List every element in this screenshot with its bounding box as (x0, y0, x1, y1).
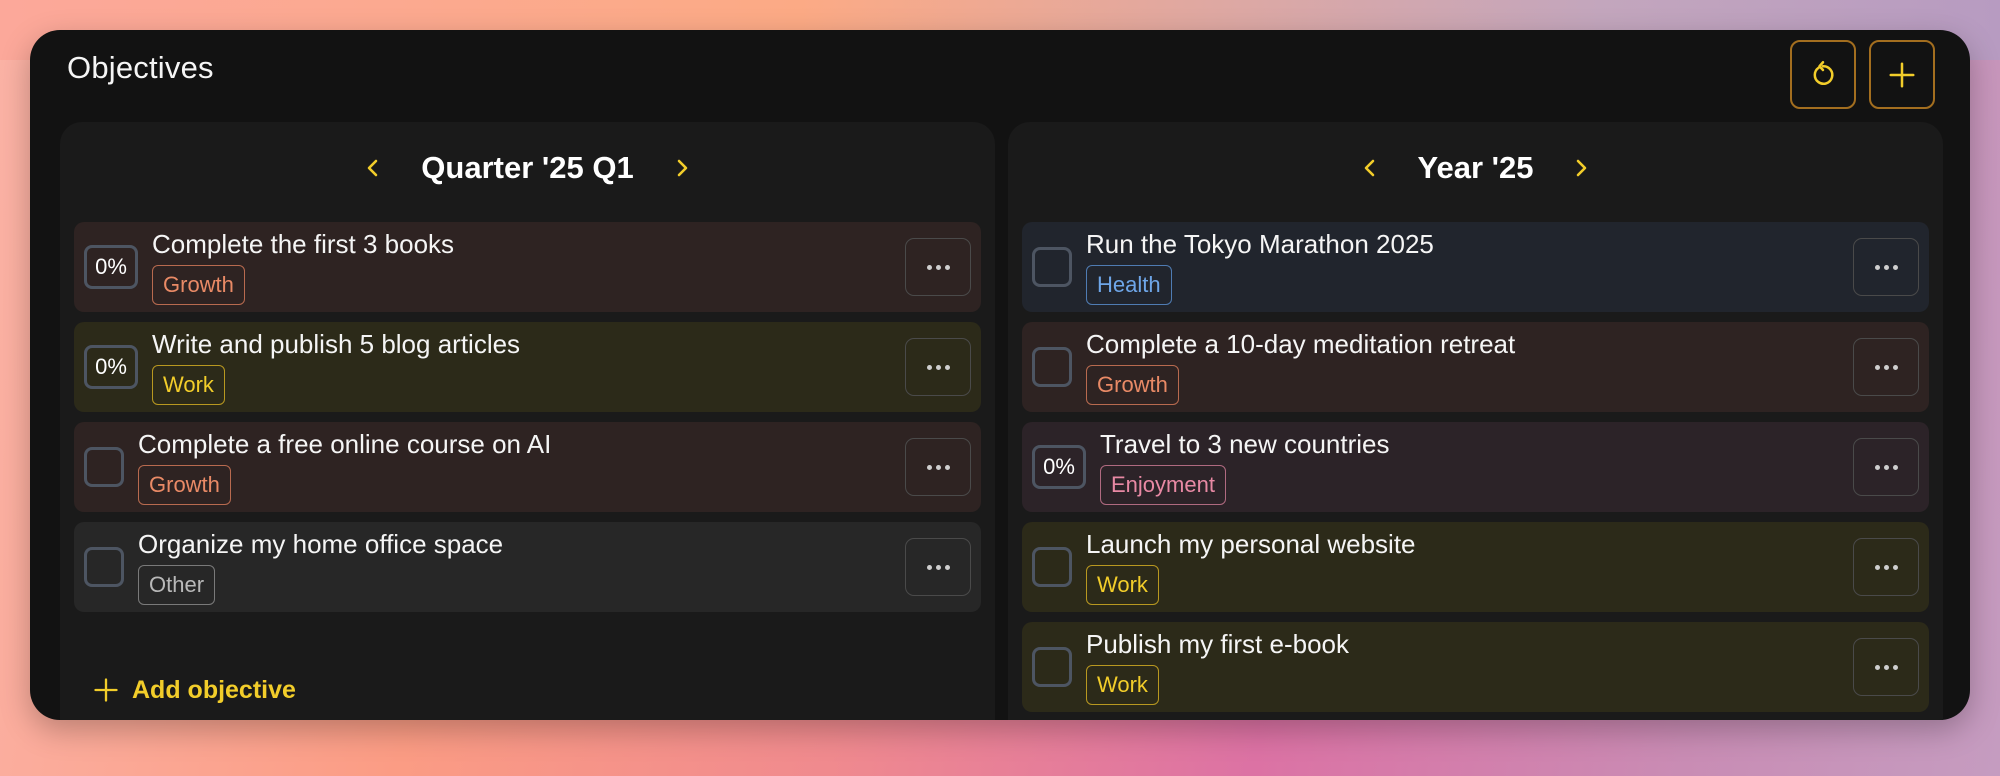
dots-icon (935, 364, 941, 370)
prev-period-button[interactable] (353, 148, 393, 188)
dots-icon (926, 564, 932, 570)
dots-icon (1892, 464, 1898, 470)
objective-checkbox[interactable] (1032, 347, 1072, 387)
panel-header: Year '25 (1008, 140, 1943, 196)
more-options-button[interactable] (1853, 638, 1919, 696)
dots-icon (1883, 264, 1889, 270)
objective-item[interactable]: Complete a free online course on AI Grow… (74, 422, 981, 512)
objective-title: Write and publish 5 blog articles (152, 329, 521, 359)
objectives-window: Objectives Quarter '25 Q1 0% Complete th… (30, 30, 1970, 720)
objective-item[interactable]: 0% Write and publish 5 blog articles Wor… (74, 322, 981, 412)
more-options-button[interactable] (1853, 538, 1919, 596)
objective-title: Travel to 3 new countries (1100, 429, 1390, 459)
objective-title: Publish my first e-book (1086, 629, 1349, 659)
objective-item[interactable]: 0% Complete the first 3 books Growth (74, 222, 981, 312)
objective-item[interactable]: Publish my first e-book Work (1022, 622, 1929, 712)
add-button[interactable] (1869, 40, 1935, 109)
more-options-button[interactable] (1853, 338, 1919, 396)
objective-title: Organize my home office space (138, 529, 504, 559)
category-tag: Enjoyment (1100, 465, 1226, 505)
more-options-button[interactable] (905, 438, 971, 496)
reset-button[interactable] (1790, 40, 1856, 109)
objective-title: Complete a free online course on AI (138, 429, 552, 459)
more-options-button[interactable] (905, 238, 971, 296)
plus-icon (1889, 62, 1915, 87)
category-tag: Growth (138, 465, 231, 505)
chevron-right-icon (677, 159, 688, 177)
chevron-left-icon (1364, 159, 1374, 177)
dots-icon (944, 464, 950, 470)
dots-icon (1874, 664, 1880, 670)
objective-checkbox[interactable] (1032, 247, 1072, 287)
progress-badge[interactable]: 0% (84, 245, 138, 289)
category-tag: Health (1086, 265, 1172, 305)
dots-icon (944, 564, 950, 570)
objectives-list: 0% Complete the first 3 books Growth 0% … (74, 222, 981, 622)
period-title: Quarter '25 Q1 (421, 150, 634, 185)
dots-icon (926, 264, 932, 270)
progress-badge[interactable]: 0% (1032, 445, 1086, 489)
category-tag: Work (1086, 565, 1159, 605)
category-tag: Work (152, 365, 225, 405)
add-objective-label: Add objective (132, 675, 296, 704)
page-title: Objectives (67, 50, 214, 85)
objective-item[interactable]: Organize my home office space Other (74, 522, 981, 612)
dots-icon (935, 264, 941, 270)
more-options-button[interactable] (1853, 238, 1919, 296)
more-options-button[interactable] (905, 538, 971, 596)
category-tag: Growth (152, 265, 245, 305)
objective-title: Complete the first 3 books (152, 229, 455, 259)
dots-icon (944, 364, 950, 370)
objective-title: Run the Tokyo Marathon 2025 (1086, 229, 1434, 259)
objective-checkbox[interactable] (1032, 547, 1072, 587)
dots-icon (1874, 364, 1880, 370)
dots-icon (935, 464, 941, 470)
dots-icon (1883, 664, 1889, 670)
next-period-button[interactable] (662, 148, 702, 188)
dots-icon (935, 564, 941, 570)
dots-icon (944, 264, 950, 270)
objectives-list: Run the Tokyo Marathon 2025 Health Compl… (1022, 222, 1929, 722)
more-options-button[interactable] (1853, 438, 1919, 496)
objective-item[interactable]: Complete a 10-day meditation retreat Gro… (1022, 322, 1929, 412)
plus-icon (94, 678, 118, 702)
objective-title: Complete a 10-day meditation retreat (1086, 329, 1516, 359)
dots-icon (1883, 364, 1889, 370)
chevron-left-icon (367, 159, 378, 177)
reset-icon (1813, 60, 1834, 85)
objective-item[interactable]: Launch my personal website Work (1022, 522, 1929, 612)
panel-header: Quarter '25 Q1 (60, 140, 995, 196)
year-panel: Year '25 Run the Tokyo Marathon 2025 Hea… (1008, 122, 1943, 720)
category-tag: Growth (1086, 365, 1179, 405)
chevron-right-icon (1577, 159, 1587, 177)
dots-icon (1883, 464, 1889, 470)
more-options-button[interactable] (905, 338, 971, 396)
objective-item[interactable]: Run the Tokyo Marathon 2025 Health (1022, 222, 1929, 312)
objective-checkbox[interactable] (1032, 647, 1072, 687)
period-title: Year '25 (1417, 150, 1534, 185)
dots-icon (1892, 264, 1898, 270)
dots-icon (926, 364, 932, 370)
dots-icon (1892, 364, 1898, 370)
objective-item[interactable]: 0% Travel to 3 new countries Enjoyment (1022, 422, 1929, 512)
prev-period-button[interactable] (1350, 148, 1390, 188)
dots-icon (1874, 264, 1880, 270)
dots-icon (1874, 464, 1880, 470)
category-tag: Other (138, 565, 216, 605)
quarter-panel: Quarter '25 Q1 0% Complete the first 3 b… (60, 122, 995, 720)
dots-icon (1892, 564, 1898, 570)
progress-badge[interactable]: 0% (84, 345, 138, 389)
objective-checkbox[interactable] (84, 447, 124, 487)
objective-title: Launch my personal website (1086, 529, 1416, 559)
dots-icon (1892, 664, 1898, 670)
objective-checkbox[interactable] (84, 547, 124, 587)
category-tag: Work (1086, 665, 1159, 705)
dots-icon (926, 464, 932, 470)
dots-icon (1874, 564, 1880, 570)
add-objective-button[interactable]: Add objective (92, 670, 296, 710)
dots-icon (1883, 564, 1889, 570)
next-period-button[interactable] (1561, 148, 1601, 188)
